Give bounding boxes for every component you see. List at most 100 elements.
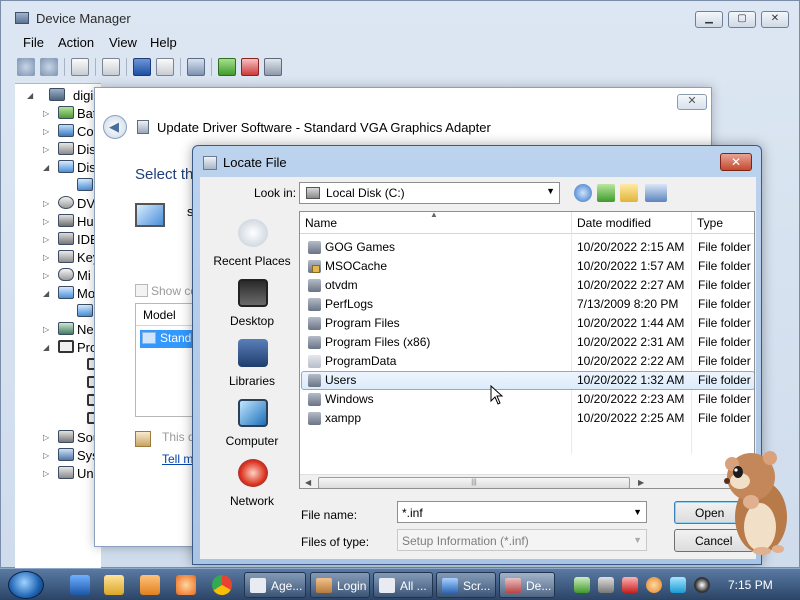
taskbar-button-device-manager[interactable]: De... — [499, 572, 555, 598]
tree-item-monitors[interactable]: ◢ Mo — [15, 284, 101, 302]
scroll-left-icon[interactable]: ◀ — [305, 478, 311, 487]
wizard-back-button[interactable]: ◀ — [103, 115, 127, 139]
tree-item-keyboards[interactable]: ▷ Key — [15, 248, 101, 266]
tree-item-monitor-child[interactable] — [15, 302, 101, 320]
tree-item-mice[interactable]: ▷ Mi — [15, 266, 101, 284]
expand-icon[interactable]: ▷ — [43, 253, 49, 262]
app-icon[interactable] — [176, 575, 196, 595]
file-row[interactable]: MSOCache 10/20/2022 1:57 AM File folder — [301, 257, 754, 276]
properties-icon[interactable] — [102, 58, 120, 76]
file-row[interactable]: PerfLogs 7/13/2009 8:20 PM File folder — [301, 295, 754, 314]
column-name[interactable]: Name — [305, 216, 337, 230]
taskbar-button-screen[interactable]: Scr... — [436, 572, 496, 598]
tray-record-icon[interactable] — [694, 577, 710, 593]
menu-file[interactable]: File — [23, 35, 44, 50]
file-row[interactable]: Program Files 10/20/2022 1:44 AM File fold… — [301, 314, 754, 333]
tree-item-processors[interactable]: ◢ Pro — [15, 338, 101, 356]
tree-item-cpu[interactable] — [15, 356, 101, 374]
close-button[interactable]: ✕ — [761, 11, 789, 28]
model-list[interactable]: Model Stand — [135, 303, 196, 417]
collapse-icon[interactable]: ◢ — [43, 163, 49, 172]
place-computer[interactable]: Computer — [207, 399, 297, 459]
file-list[interactable]: Name ▲ Date modified Type GOG Games 10/20… — [299, 211, 755, 489]
explorer-icon[interactable] — [104, 575, 124, 595]
minimize-button[interactable]: ▁ — [695, 11, 723, 28]
tree-item-disk-drives[interactable]: ▷ Dis — [15, 140, 101, 158]
taskbar-button-all[interactable]: All ... — [373, 572, 433, 598]
back-icon[interactable] — [574, 184, 592, 202]
look-in-dropdown[interactable]: Local Disk (C:) ▼ — [299, 182, 560, 204]
tree-item-sound[interactable]: ▷ Sou — [15, 428, 101, 446]
collapse-icon[interactable]: ◢ — [43, 343, 49, 352]
menu-action[interactable]: Action — [58, 35, 94, 50]
file-row[interactable]: GOG Games 10/20/2022 2:15 AM File folder — [301, 238, 754, 257]
expand-icon[interactable]: ▷ — [43, 433, 49, 442]
expand-icon[interactable]: ▷ — [43, 127, 49, 136]
tree-item-dvd[interactable]: ▷ DV — [15, 194, 101, 212]
file-row[interactable]: Windows 10/20/2022 2:23 AM File folder — [301, 390, 754, 409]
menu-help[interactable]: Help — [150, 35, 177, 50]
tree-item-hid[interactable]: ▷ Hu — [15, 212, 101, 230]
file-type-select[interactable]: Setup Information (*.inf) ▼ — [397, 529, 647, 551]
view-menu-icon[interactable] — [645, 184, 667, 202]
file-row-selected[interactable]: Users 10/20/2022 1:32 AM File folder — [301, 371, 754, 390]
column-divider[interactable] — [691, 212, 692, 234]
show-hide-tree-icon[interactable] — [71, 58, 89, 76]
tree-item-cpu[interactable] — [15, 392, 101, 410]
wizard-close-button[interactable]: ✕ — [677, 94, 707, 110]
back-icon[interactable] — [17, 58, 35, 76]
horizontal-scrollbar[interactable]: ◀ ||| ▶ — [300, 474, 754, 488]
driver-signing-link[interactable]: Tell m — [162, 452, 193, 466]
tree-item-display-child[interactable] — [15, 176, 101, 194]
scrollbar-thumb[interactable]: ||| — [318, 477, 630, 488]
expand-icon[interactable]: ▷ — [43, 271, 49, 280]
tree-item-network[interactable]: ▷ Ne — [15, 320, 101, 338]
expand-icon[interactable]: ▷ — [43, 235, 49, 244]
start-button[interactable] — [8, 571, 44, 599]
tree-item-system[interactable]: ▷ Sys — [15, 446, 101, 464]
file-row[interactable]: otvdm 10/20/2022 2:27 AM File folder — [301, 276, 754, 295]
help-icon[interactable] — [133, 58, 151, 76]
chevron-down-icon[interactable]: ▼ — [633, 507, 642, 517]
tree-item-ide[interactable]: ▷ IDE — [15, 230, 101, 248]
new-folder-icon[interactable] — [620, 184, 638, 202]
tree-item-cpu[interactable] — [15, 410, 101, 428]
media-player-icon[interactable] — [140, 575, 160, 595]
model-list-item[interactable]: Stand — [140, 330, 196, 348]
taskbar-button-login[interactable]: Login — [310, 572, 370, 598]
update-driver-icon[interactable] — [218, 58, 236, 76]
file-row[interactable]: xampp 10/20/2022 2:25 AM File folder — [301, 409, 754, 428]
place-desktop[interactable]: Desktop — [207, 279, 297, 339]
expand-icon[interactable]: ▷ — [43, 451, 49, 460]
forward-icon[interactable] — [40, 58, 58, 76]
scroll-right-icon[interactable]: ▶ — [638, 478, 644, 487]
file-row[interactable]: Program Files (x86) 10/20/2022 2:31 AM Fil… — [301, 333, 754, 352]
tree-item-batteries[interactable]: ▷ Bat — [15, 104, 101, 122]
tray-app-icon[interactable] — [598, 577, 614, 593]
up-folder-icon[interactable] — [597, 184, 615, 202]
column-divider[interactable] — [571, 212, 572, 234]
menu-view[interactable]: View — [109, 35, 137, 50]
file-name-input[interactable]: *.inf ▼ — [397, 501, 647, 523]
tray-display-icon[interactable] — [670, 577, 686, 593]
expand-icon[interactable]: ▷ — [43, 325, 49, 334]
uninstall-icon[interactable] — [241, 58, 259, 76]
action-pane-icon[interactable] — [156, 58, 174, 76]
chrome-icon[interactable] — [212, 575, 232, 595]
place-libraries[interactable]: Libraries — [207, 339, 297, 399]
dialog-close-button[interactable]: ✕ — [720, 153, 752, 171]
expand-icon[interactable]: ▷ — [43, 109, 49, 118]
maximize-button[interactable]: ▢ — [728, 11, 756, 28]
column-type[interactable]: Type — [697, 216, 723, 230]
expand-icon[interactable]: ▷ — [43, 217, 49, 226]
place-recent[interactable]: Recent Places — [207, 219, 297, 279]
tree-root[interactable]: ◢ digibro — [15, 86, 112, 104]
file-row[interactable]: ProgramData 10/20/2022 2:22 AM File folder — [301, 352, 754, 371]
tray-check-icon[interactable] — [574, 577, 590, 593]
tree-item-usb[interactable]: ▷ Un — [15, 464, 101, 482]
scan-hardware-icon[interactable] — [187, 58, 205, 76]
expand-icon[interactable]: ▷ — [43, 469, 49, 478]
disable-device-icon[interactable] — [264, 58, 282, 76]
place-network[interactable]: Network — [207, 459, 297, 519]
collapse-icon[interactable]: ◢ — [43, 289, 49, 298]
